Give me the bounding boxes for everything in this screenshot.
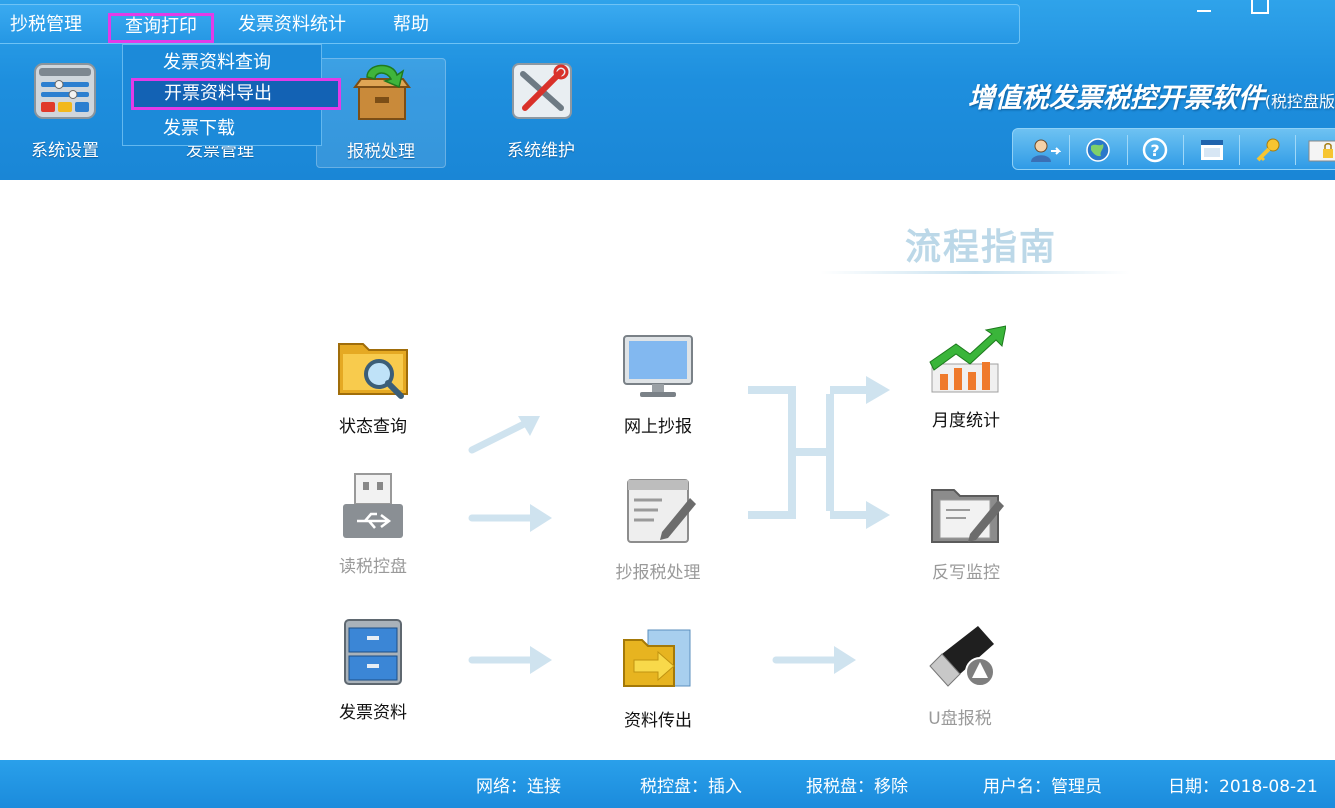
flow-arrow-right bbox=[772, 646, 856, 674]
node-label: 发票资料 bbox=[339, 703, 407, 723]
node-label: 读税控盘 bbox=[339, 557, 407, 577]
node-read-tax-disk[interactable]: 读税控盘 bbox=[303, 470, 443, 577]
document-edit-icon bbox=[627, 479, 696, 543]
minimize-icon[interactable] bbox=[1193, 0, 1215, 14]
flow-arrow-right bbox=[468, 504, 552, 532]
node-label: 网上抄报 bbox=[624, 417, 692, 437]
node-label: 抄报税处理 bbox=[615, 563, 701, 583]
flow-arrow-right bbox=[468, 646, 552, 674]
node-write-back[interactable]: 反写监控 bbox=[896, 476, 1036, 583]
folder-export-icon bbox=[623, 629, 691, 687]
brand-title: 增值税发票税控开票软件(税控盘版 bbox=[968, 76, 1335, 115]
quickbar-separator bbox=[1239, 135, 1240, 165]
quickbar-separator bbox=[1127, 135, 1128, 165]
tools-icon bbox=[512, 63, 572, 119]
node-report-process[interactable]: 抄报税处理 bbox=[588, 476, 728, 583]
status-user: 用户名：管理员 bbox=[983, 777, 1102, 797]
settings-panel-icon bbox=[34, 63, 96, 119]
flow-arrow-diagonal bbox=[468, 416, 540, 454]
node-online-report[interactable]: 网上抄报 bbox=[588, 330, 728, 437]
status-report-disk: 报税盘：移除 bbox=[806, 777, 908, 797]
node-label: 资料传出 bbox=[624, 711, 692, 731]
query-print-dropdown: 发票资料查询 开票资料导出 发票下载 bbox=[122, 44, 341, 146]
toolbar-label: 系统设置 bbox=[31, 141, 99, 161]
quick-toolbar: ? bbox=[1012, 128, 1335, 170]
node-label: 反写监控 bbox=[932, 563, 1000, 583]
node-label: U盘报税 bbox=[928, 709, 992, 729]
folder-pen-icon bbox=[931, 489, 1004, 543]
toolbar-label: 系统维护 bbox=[507, 141, 575, 161]
node-invoice-data[interactable]: 发票资料 bbox=[303, 616, 443, 723]
menu-item-export-billing-data[interactable]: 开票资料导出 bbox=[131, 78, 341, 110]
quickbar-separator bbox=[1295, 135, 1296, 165]
folder-search-icon bbox=[338, 343, 408, 399]
window-icon[interactable] bbox=[1195, 137, 1229, 163]
quickbar-separator bbox=[1069, 135, 1070, 165]
file-cabinet-icon bbox=[344, 619, 402, 685]
node-usb-report[interactable]: U盘报税 bbox=[890, 622, 1030, 729]
brand-main: 增值税发票税控开票软件 bbox=[967, 83, 1265, 114]
growth-chart-icon bbox=[929, 325, 1007, 393]
usb-drive-icon bbox=[343, 473, 403, 538]
status-tax-disk: 税控盘：插入 bbox=[640, 777, 742, 797]
node-data-transfer[interactable]: 资料传出 bbox=[588, 624, 728, 731]
node-status-query[interactable]: 状态查询 bbox=[303, 330, 443, 437]
monitor-icon bbox=[623, 335, 693, 397]
toolbar-label: 报税处理 bbox=[347, 142, 415, 162]
menu-copy-tax[interactable]: 抄税管理 bbox=[10, 11, 82, 39]
user-switch-icon[interactable] bbox=[1027, 137, 1061, 163]
guide-title-underline bbox=[820, 271, 1130, 274]
toolbar-system-maintenance[interactable]: 系统维护 bbox=[476, 58, 606, 168]
svg-text:?: ? bbox=[1150, 141, 1159, 160]
guide-title: 流程指南 bbox=[905, 227, 1058, 268]
usb-key-icon bbox=[929, 626, 995, 687]
status-network: 网络：连接 bbox=[476, 777, 561, 797]
flow-arrow-bracket bbox=[748, 376, 890, 529]
menu-item-invoice-query[interactable]: 发票资料查询 bbox=[123, 47, 321, 79]
menu-help[interactable]: 帮助 bbox=[393, 11, 429, 39]
lock-icon[interactable] bbox=[1305, 137, 1335, 163]
menu-invoice-stats[interactable]: 发票资料统计 bbox=[238, 11, 346, 39]
quickbar-separator bbox=[1183, 135, 1184, 165]
globe-icon[interactable] bbox=[1081, 137, 1115, 163]
help-icon[interactable]: ? bbox=[1138, 137, 1172, 163]
maximize-icon[interactable] bbox=[1247, 0, 1269, 14]
toolbar-tax-processing[interactable]: 报税处理 bbox=[316, 58, 446, 168]
menu-query-print[interactable]: 查询打印 bbox=[108, 13, 214, 43]
node-label: 月度统计 bbox=[932, 411, 1000, 431]
toolbar-system-settings[interactable]: 系统设置 bbox=[0, 58, 130, 168]
status-bar: 网络：连接 税控盘：插入 报税盘：移除 用户名：管理员 日期：2018-08-2… bbox=[0, 760, 1335, 808]
menu-bar: 抄税管理 查询打印 发票资料统计 帮助 bbox=[0, 4, 1020, 44]
status-date: 日期：2018-08-21 bbox=[1168, 777, 1318, 797]
node-label: 状态查询 bbox=[339, 417, 407, 437]
menu-item-invoice-download[interactable]: 发票下载 bbox=[123, 113, 321, 145]
tax-box-icon bbox=[353, 64, 411, 120]
node-monthly-stats[interactable]: 月度统计 bbox=[896, 324, 1036, 431]
brand-sub: (税控盘版 bbox=[1264, 92, 1335, 111]
key-icon[interactable] bbox=[1251, 137, 1285, 163]
